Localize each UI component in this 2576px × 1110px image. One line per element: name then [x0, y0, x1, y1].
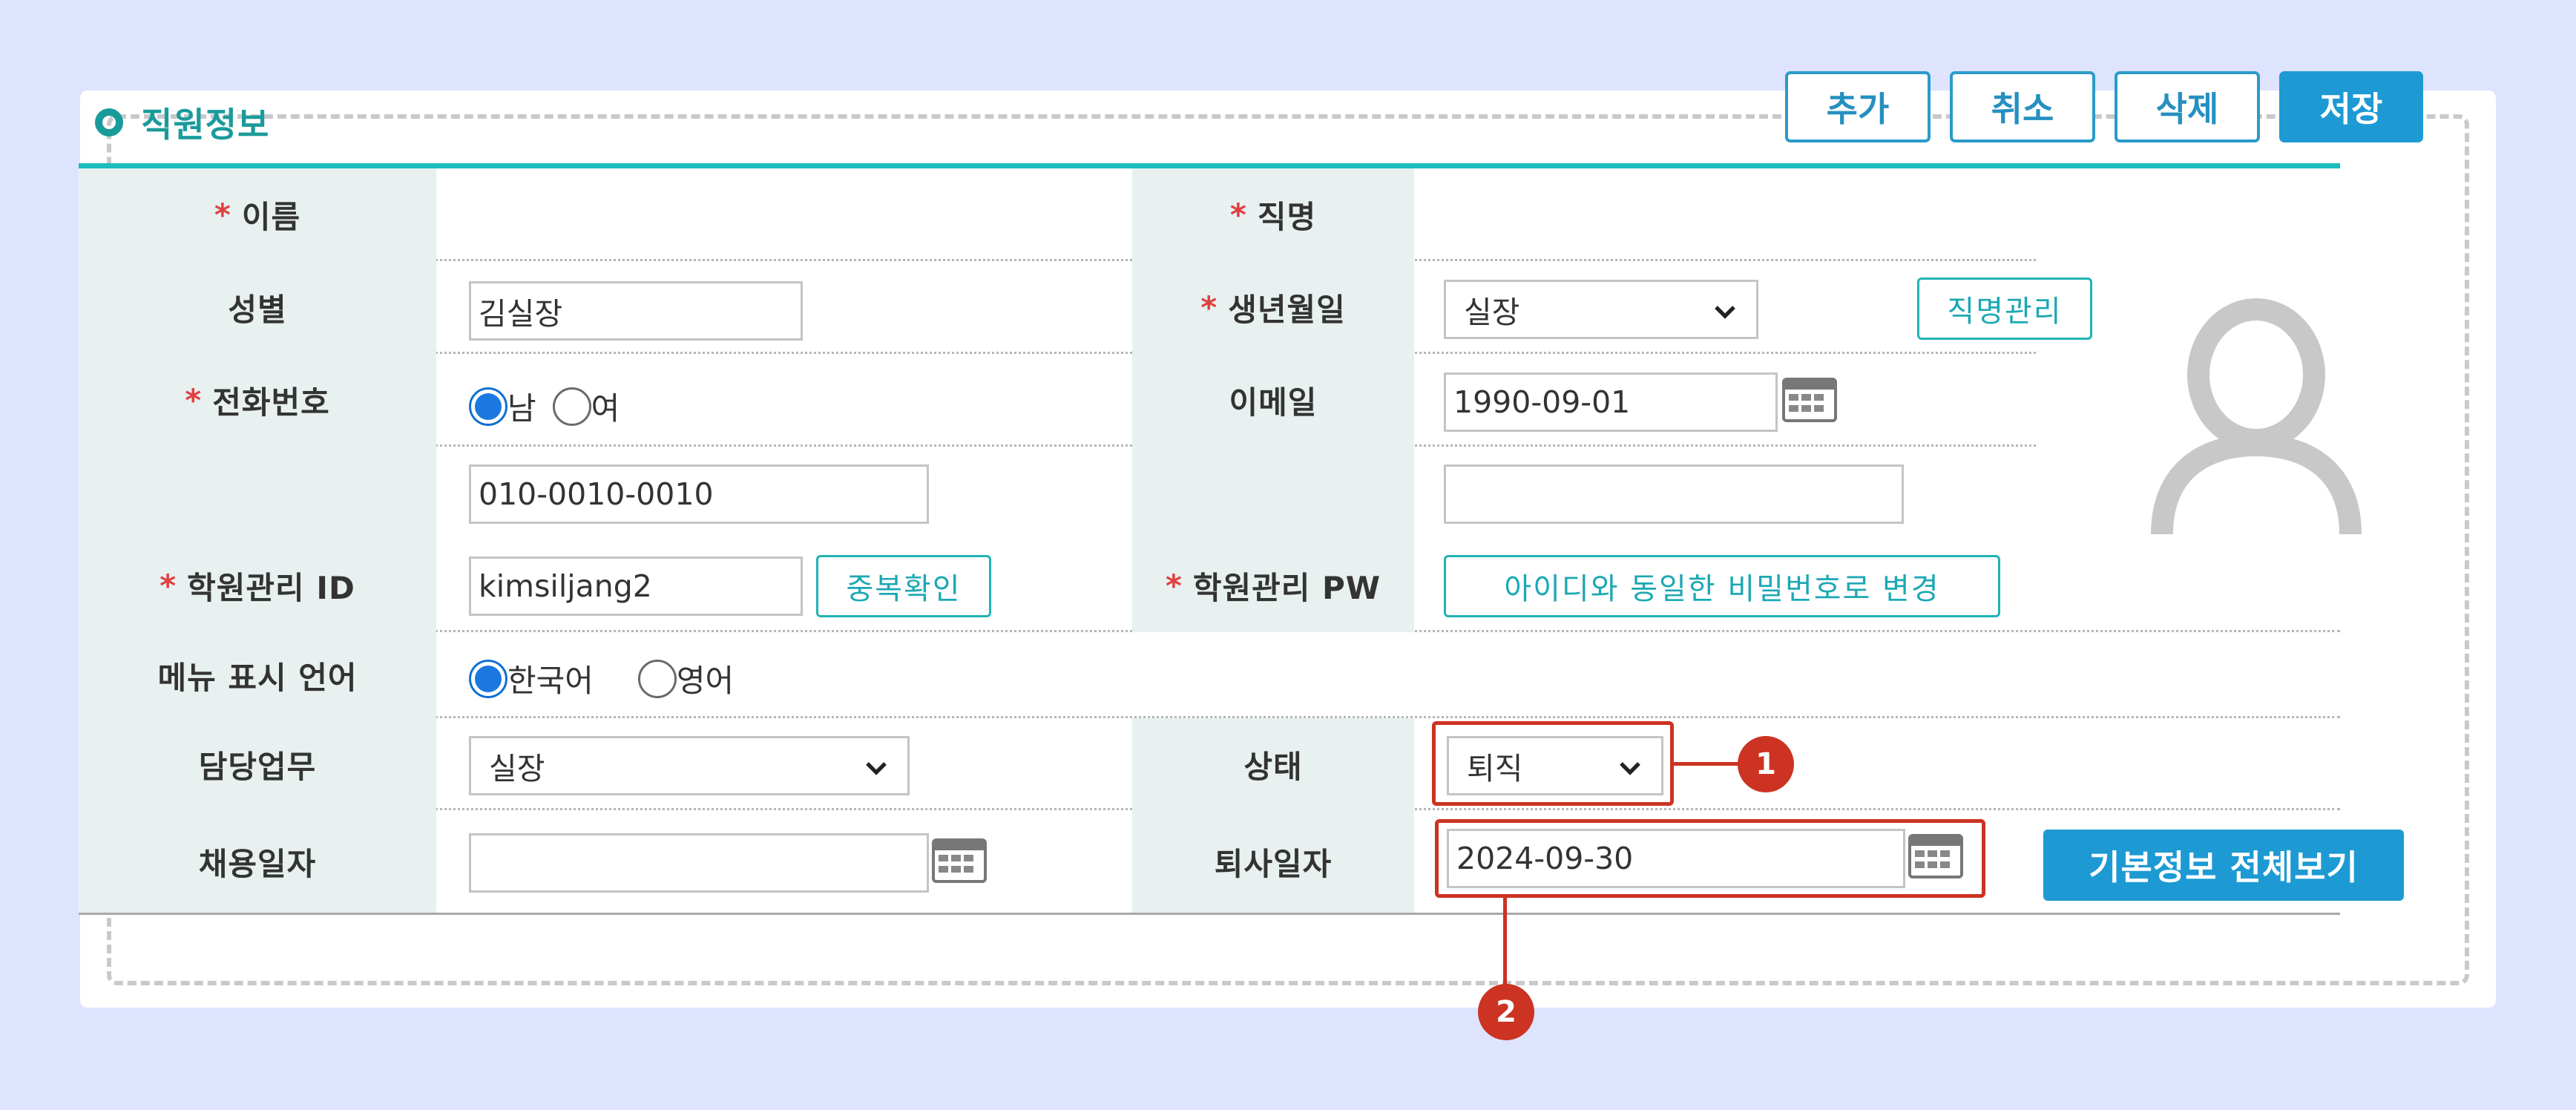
- status-label-text: 상태: [1243, 748, 1303, 785]
- required-mark: *: [1200, 289, 1218, 326]
- email-label-text: 이메일: [1229, 384, 1318, 421]
- form-row-login-cells: * 학원관리 ID * 학원관리 PW: [79, 539, 2340, 632]
- status-highlight-box: [1432, 721, 1674, 806]
- login-pw-label-text: 학원관리 PW: [1192, 570, 1381, 606]
- required-mark: *: [185, 382, 203, 418]
- form-row-phone: * 전화번호 이메일: [79, 354, 2340, 447]
- login-id-label: * 학원관리 ID: [79, 539, 436, 632]
- name-label: * 이름: [79, 168, 436, 261]
- language-korean-radio[interactable]: [469, 659, 507, 698]
- required-mark: *: [214, 197, 231, 233]
- retire-date-label-text: 퇴사일자: [1214, 845, 1333, 882]
- menu-language-label-text: 메뉴 표시 언어: [157, 659, 358, 696]
- form-row-duty: 담당업무 상태: [79, 718, 2340, 810]
- label-spacer: [79, 447, 436, 539]
- required-mark: *: [160, 568, 177, 604]
- retire-date-highlight-box: [1435, 819, 1985, 898]
- hire-date-input[interactable]: [469, 833, 929, 893]
- duty-label-text: 담당업무: [198, 748, 317, 785]
- table-bottom-border: [79, 913, 2340, 915]
- position-label-text: 직명: [1257, 199, 1317, 235]
- hire-date-label: 채용일자: [79, 810, 436, 913]
- menu-language-label: 메뉴 표시 언어: [79, 632, 436, 718]
- hire-date-label-text: 채용일자: [198, 845, 317, 882]
- email-label: 이메일: [1132, 354, 1414, 447]
- save-button[interactable]: 저장: [2279, 71, 2423, 142]
- language-korean-label: 한국어: [507, 663, 594, 699]
- language-radio-group: 한국어 영어: [469, 656, 750, 701]
- callout-badge-1: 1: [1738, 736, 1794, 792]
- chevron-down-icon: [866, 762, 887, 775]
- circle-bullet-icon: [95, 108, 123, 137]
- label-spacer: [1132, 447, 1414, 539]
- retire-date-label: 퇴사일자: [1132, 810, 1414, 913]
- language-english-radio[interactable]: [637, 659, 677, 698]
- position-label: * 직명: [1132, 168, 1414, 261]
- add-button[interactable]: 추가: [1785, 71, 1931, 142]
- birth-label: * 생년월일: [1132, 261, 1414, 354]
- duplicate-check-button[interactable]: 중복확인: [816, 555, 991, 617]
- cancel-button[interactable]: 취소: [1950, 71, 2095, 142]
- login-id-label-text: 학원관리 ID: [187, 570, 355, 606]
- callout-badge-2: 2: [1478, 984, 1534, 1040]
- delete-button[interactable]: 삭제: [2115, 71, 2260, 142]
- callout-line-2: [1503, 898, 1507, 987]
- form-row-dates: 채용일자 퇴사일자: [79, 810, 2340, 913]
- section-header: 직원정보: [95, 100, 269, 145]
- duty-select[interactable]: 실장: [469, 736, 910, 795]
- login-pw-label: * 학원관리 PW: [1132, 539, 1414, 632]
- view-all-info-button[interactable]: 기본정보 전체보기: [2043, 830, 2404, 901]
- header-divider: [79, 163, 2340, 168]
- phone-label-text: 전화번호: [212, 384, 330, 421]
- required-mark: *: [1229, 197, 1247, 233]
- form-row-gender: 성별 * 생년월일: [79, 261, 2340, 354]
- required-mark: *: [1165, 568, 1183, 604]
- calendar-icon[interactable]: [932, 838, 987, 883]
- name-label-text: 이름: [241, 199, 301, 235]
- login-id-input[interactable]: kimsiljang2: [469, 556, 803, 616]
- reset-password-button[interactable]: 아이디와 동일한 비밀번호로 변경: [1444, 555, 2000, 617]
- gender-label-text: 성별: [228, 292, 287, 328]
- gender-label: 성별: [79, 261, 436, 354]
- user-avatar-icon: [2151, 298, 2362, 534]
- phone-label: * 전화번호: [79, 354, 436, 447]
- section-title: 직원정보: [141, 105, 270, 145]
- duty-label: 담당업무: [79, 718, 436, 810]
- form-row-language: 메뉴 표시 언어: [79, 632, 2340, 718]
- duty-select-value: 실장: [489, 751, 545, 786]
- form-row-name: * 이름 * 직명: [79, 168, 2340, 341]
- language-english-label: 영어: [676, 663, 735, 699]
- status-label: 상태: [1132, 718, 1414, 810]
- birth-label-text: 생년월일: [1228, 292, 1346, 328]
